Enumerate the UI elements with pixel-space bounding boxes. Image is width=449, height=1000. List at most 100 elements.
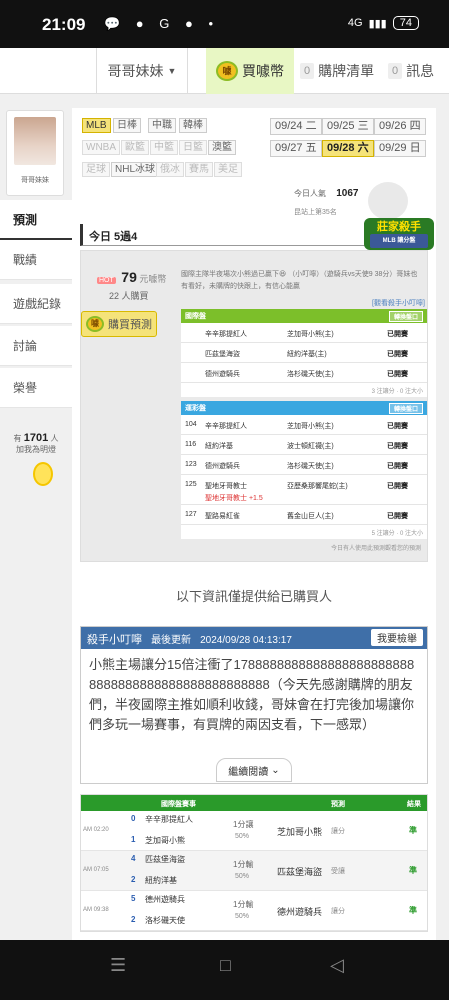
game-number: 127 — [185, 511, 197, 518]
home-score: 2 — [131, 875, 136, 884]
avatar — [14, 117, 56, 165]
champion-badge: 莊家殺手 MLB 讓分盤 — [364, 218, 434, 250]
predicted-team: 德州遊騎兵 — [277, 907, 323, 917]
pick-type: 受讓 — [331, 868, 345, 875]
game-time: AM 09:38 — [83, 907, 109, 913]
league-chip[interactable]: 歐籃 — [121, 140, 149, 155]
date-chip[interactable]: 09/24 二 — [270, 118, 322, 135]
sidebar-item-discussion[interactable]: 討論 — [0, 326, 72, 366]
profile-card[interactable]: 哥哥妹妹 — [6, 110, 64, 196]
prediction-panel: HOT 79 元噱幣 22 人購買 噱 購買預測 國際主隊半夜場次小熊過已贏下😆… — [80, 250, 428, 562]
today-label: 今日人氣 — [294, 189, 326, 198]
game-number: 104 — [185, 421, 197, 428]
signal-icon: ▮▮▮ — [368, 17, 387, 30]
switch-odds-button[interactable]: 轉換盤口 — [388, 311, 423, 322]
home-team: 洛杉磯天使(主) — [287, 371, 334, 378]
column-prediction: 預測 — [331, 801, 345, 808]
predicted-team: 芝加哥小熊 — [277, 827, 323, 837]
league-chip[interactable]: 美足 — [214, 162, 242, 177]
champion-badge-sub: MLB 讓分盤 — [370, 234, 428, 248]
home-team: 亞歷桑那響尾蛇(主) — [287, 483, 348, 490]
home-team: 紐約洋基 — [145, 876, 177, 885]
league-chip[interactable]: MLB — [82, 118, 111, 133]
recent-apps-icon[interactable]: ☰ — [110, 955, 126, 976]
sidebar-item-game-history[interactable]: 遊戲紀錄 — [0, 284, 72, 324]
view-tips-link[interactable]: [觀看殺手小叮嚀] — [372, 298, 425, 308]
home-team: 波士頓紅襪(主) — [287, 443, 334, 450]
read-more-button[interactable]: 繼續閱讀 ⌄ — [216, 758, 292, 782]
today-popularity: 今日人氣 1067 — [294, 188, 358, 199]
usage-note: 今日有人使用此預測觀看您的預測 — [331, 546, 422, 552]
prediction-intro: 國際主隊半夜場次小熊過已贏下😆 （小叮嚀）（遊騎兵vs天使9 38分）哥妹也有看… — [181, 271, 418, 290]
profile-name: 哥哥妹妹 — [21, 177, 49, 184]
home-icon[interactable]: □ — [220, 955, 231, 976]
home-score: 1 — [131, 835, 136, 844]
date-chip[interactable]: 09/25 三 — [322, 118, 374, 135]
hot-badge: HOT — [97, 277, 116, 284]
coin-icon: 噱 — [216, 61, 238, 81]
game-time: AM 02:20 — [83, 827, 109, 833]
game-status: 已開賽 — [387, 423, 408, 430]
home-team: 洛杉磯天使 — [145, 916, 185, 925]
result: 準 — [409, 826, 417, 835]
home-team: 芝加哥小熊(主) — [287, 423, 334, 430]
back-icon[interactable]: ◁ — [330, 955, 344, 976]
date-chip[interactable]: 09/26 四 — [374, 118, 426, 135]
table-title: 國際盤 — [185, 313, 206, 320]
buy-coin-button[interactable]: 噱 買噱幣 — [206, 48, 294, 94]
table-row: AM 09:38 5 德州遊騎兵 2 洛杉磯天使 1分輸 50% 德州遊騎兵 讓分準 — [81, 891, 427, 931]
buy-prediction-button[interactable]: 噱 購買預測 — [81, 311, 157, 337]
league-chip[interactable]: 日籃 — [179, 140, 207, 155]
date-chip[interactable]: 09/29 日 — [374, 140, 426, 157]
game-status: 已開賽 — [387, 351, 408, 358]
lightbulb-icon[interactable] — [33, 462, 53, 486]
league-chip[interactable]: NHL冰球 — [111, 162, 160, 177]
league-chip[interactable]: 澳籃 — [208, 140, 236, 155]
champion-badge-title: 莊家殺手 — [377, 221, 421, 233]
prediction-results-table: 國際盤賽事 預測 結果 AM 02:20 0 辛辛那提紅人 1 芝加哥小熊 1分讓 50% 芝… — [80, 794, 428, 932]
top-nav: 哥哥妹妹 ▼ 噱 買噱幣 0 購牌清單 0 訊息 — [0, 48, 449, 94]
sidebar-item-honor[interactable]: 榮譽 — [0, 368, 72, 408]
sports-lottery-table: 運彩盤 轉換盤口 104 辛辛那提紅人 芝加哥小熊(主) 已開賽 116 紐約洋基 波士頓紅… — [181, 401, 427, 539]
sidebar-item-record[interactable]: 戰績 — [0, 240, 72, 280]
coin-icon: 噱 — [86, 316, 104, 332]
pick-type: 讓分 — [331, 828, 345, 835]
buyers-count: 22 人購買 — [109, 291, 149, 301]
table-row: 匹茲堡海盜 紐約洋基(主) 已開賽 — [181, 343, 427, 363]
mascot-icon — [368, 182, 408, 220]
league-chip[interactable]: 日棒 — [113, 118, 141, 133]
buy-prediction-label: 購買預測 — [108, 319, 152, 331]
column-match: 國際盤賽事 — [161, 801, 196, 808]
league-chip[interactable]: 中職 — [148, 118, 176, 133]
date-chip[interactable]: 09/28 六 — [322, 140, 374, 157]
away-score: 5 — [131, 894, 136, 903]
game-status: 已開賽 — [387, 443, 408, 450]
league-chip[interactable]: 賽馬 — [185, 162, 213, 177]
table-row: 德州遊騎兵 洛杉磯天使(主) 已開賽 — [181, 363, 427, 383]
handicap-line: 1分讓 — [233, 820, 254, 829]
away-team: 聖路易紅雀 — [205, 513, 240, 520]
away-team: 聖地牙哥教士 — [205, 483, 247, 490]
date-chip[interactable]: 09/27 五 — [270, 140, 322, 157]
user-dropdown[interactable]: 哥哥妹妹 ▼ — [96, 48, 188, 94]
buy-coin-label: 買噱幣 — [242, 63, 284, 79]
fans-block: 有 1701 人 加我為明燈 — [4, 432, 68, 455]
report-button[interactable]: 我要檢舉 — [371, 629, 423, 646]
handicap-line: 1分輸 — [233, 900, 254, 909]
switch-odds-button[interactable]: 轉換盤口 — [388, 403, 423, 414]
league-chip[interactable]: 足球 — [82, 162, 110, 177]
purchase-count-badge: 0 — [300, 63, 315, 79]
messages-link[interactable]: 0 訊息 — [388, 48, 434, 94]
league-chip[interactable]: 俄冰 — [156, 162, 184, 177]
status-time: 21:09 — [42, 15, 86, 34]
table-row: 127 聖路易紅雀 舊金山巨人(主) 已開賽 — [181, 505, 427, 525]
away-team: 德州遊騎兵 — [205, 371, 240, 378]
league-chip[interactable]: 韓棒 — [179, 118, 207, 133]
sidebar-item-predict[interactable]: 預測 — [0, 200, 72, 240]
purchase-list-link[interactable]: 0 購牌清單 — [300, 48, 374, 94]
price-tag: HOT 79 元噱幣 — [97, 269, 166, 285]
table-row: AM 02:20 0 辛辛那提紅人 1 芝加哥小熊 1分讓 50% 芝加哥小熊 讓分 準 — [81, 811, 427, 851]
league-chip[interactable]: 中籃 — [150, 140, 178, 155]
tips-title: 殺手小叮嚀 — [87, 634, 142, 646]
league-chip[interactable]: WNBA — [82, 140, 120, 155]
